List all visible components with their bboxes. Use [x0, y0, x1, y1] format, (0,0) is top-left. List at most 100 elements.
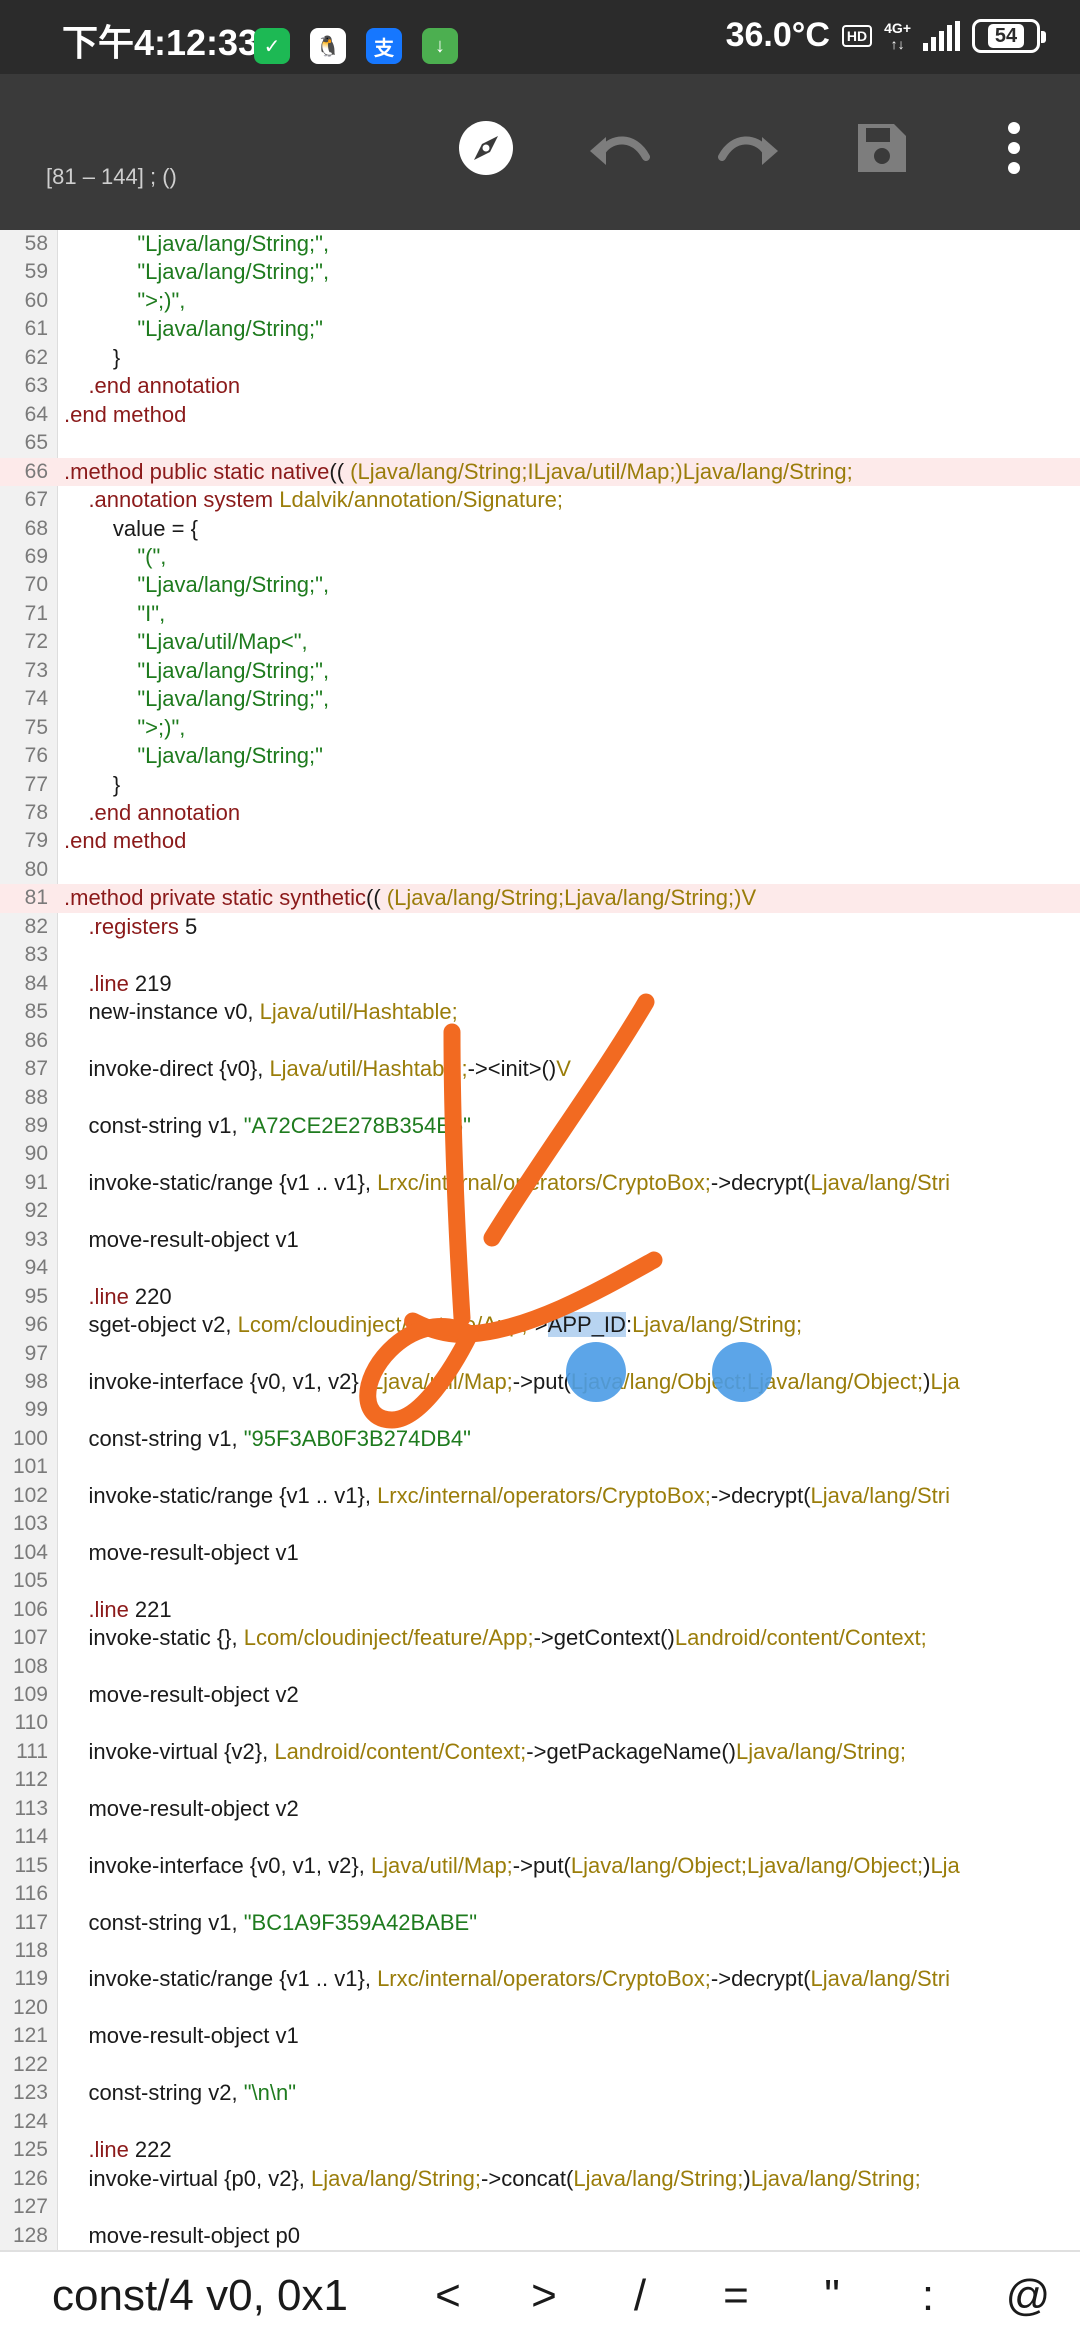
code-line[interactable]: 75 ">;)",: [0, 714, 1080, 742]
code-line[interactable]: 113 move-result-object v2: [0, 1795, 1080, 1823]
symbol-key[interactable]: ": [784, 2271, 880, 2321]
code-line[interactable]: 115 invoke-interface {v0, v1, v2}, Ljava…: [0, 1852, 1080, 1880]
code-line[interactable]: 86: [0, 1027, 1080, 1055]
code-line[interactable]: 107 invoke-static {}, Lcom/cloudinject/f…: [0, 1624, 1080, 1652]
line-number: 100: [12, 1426, 48, 1450]
code-line[interactable]: 100 const-string v1, "95F3AB0F3B274DB4": [0, 1425, 1080, 1453]
line-number: 85: [24, 1000, 48, 1024]
code-line[interactable]: 81 .method private static synthetic(( (Lj…: [0, 884, 1080, 913]
code-line[interactable]: 85 new-instance v0, Ljava/util/Hashtable…: [0, 998, 1080, 1026]
status-indicators: 36.0°C HD 4G+ ↑↓ 54: [726, 16, 1046, 55]
code-line[interactable]: 110: [0, 1709, 1080, 1737]
code-line[interactable]: 59 "Ljava/lang/String;",: [0, 258, 1080, 286]
code-line[interactable]: 84 .line 219: [0, 970, 1080, 998]
code-line[interactable]: 95 .line 220: [0, 1283, 1080, 1311]
code-line[interactable]: 99: [0, 1396, 1080, 1424]
code-line[interactable]: 80: [0, 856, 1080, 884]
line-number: 124: [12, 2109, 48, 2133]
code-line[interactable]: 64 .end method: [0, 401, 1080, 429]
code-line[interactable]: 109 move-result-object v2: [0, 1681, 1080, 1709]
code-line[interactable]: 124: [0, 2108, 1080, 2136]
symbol-key[interactable]: /: [592, 2271, 688, 2321]
code-line[interactable]: 101: [0, 1453, 1080, 1481]
code-text: invoke-virtual {p0, v2}, Ljava/lang/Stri…: [64, 2165, 920, 2193]
code-line[interactable]: 69 "(",: [0, 543, 1080, 571]
code-line[interactable]: 60 ">;)",: [0, 287, 1080, 315]
code-token: .annotation system: [64, 487, 280, 513]
code-line[interactable]: 108: [0, 1653, 1080, 1681]
code-line[interactable]: 74 "Ljava/lang/String;",: [0, 685, 1080, 713]
code-line[interactable]: 61 "Ljava/lang/String;": [0, 315, 1080, 343]
code-line[interactable]: 93 move-result-object v1: [0, 1226, 1080, 1254]
code-token: "A72CE2E278B354E6": [243, 1112, 471, 1138]
line-number: 75: [24, 715, 48, 739]
code-line[interactable]: 106 .line 221: [0, 1596, 1080, 1624]
redo-button[interactable]: [710, 108, 790, 188]
code-line[interactable]: 96 sget-object v2, Lcom/cloudinject/feat…: [0, 1311, 1080, 1339]
code-token: invoke-interface {v0, v1, v2},: [64, 1852, 371, 1878]
snippet-button[interactable]: const/4 v0, 0x1: [0, 2271, 400, 2321]
line-number: 79: [24, 829, 48, 853]
code-line[interactable]: 76 "Ljava/lang/String;": [0, 742, 1080, 770]
code-line[interactable]: 92: [0, 1197, 1080, 1225]
undo-button[interactable]: [578, 108, 658, 188]
code-line[interactable]: 72 "Ljava/util/Map<",: [0, 628, 1080, 656]
code-line[interactable]: 97: [0, 1340, 1080, 1368]
code-line[interactable]: 91 invoke-static/range {v1 .. v1}, Lrxc/…: [0, 1169, 1080, 1197]
symbol-key[interactable]: <: [400, 2271, 496, 2321]
code-line[interactable]: 103: [0, 1510, 1080, 1538]
code-line[interactable]: 126 invoke-virtual {p0, v2}, Ljava/lang/…: [0, 2165, 1080, 2193]
navigate-button[interactable]: [446, 108, 526, 188]
code-line[interactable]: 89 const-string v1, "A72CE2E278B354E6": [0, 1112, 1080, 1140]
code-line[interactable]: 71 "I",: [0, 600, 1080, 628]
code-line[interactable]: 118: [0, 1937, 1080, 1965]
code-line[interactable]: 128 move-result-object p0: [0, 2222, 1080, 2250]
code-line[interactable]: 112: [0, 1766, 1080, 1794]
code-line[interactable]: 119 invoke-static/range {v1 .. v1}, Lrxc…: [0, 1965, 1080, 1993]
symbol-key[interactable]: >: [496, 2271, 592, 2321]
code-line[interactable]: 82 .registers 5: [0, 913, 1080, 941]
code-line[interactable]: 67 .annotation system Ldalvik/annotation…: [0, 486, 1080, 514]
code-line[interactable]: 62 }: [0, 344, 1080, 372]
line-number: 116: [14, 1882, 48, 1906]
code-line[interactable]: 70 "Ljava/lang/String;",: [0, 571, 1080, 599]
code-line[interactable]: 90: [0, 1140, 1080, 1168]
code-line[interactable]: 120: [0, 1994, 1080, 2022]
save-button[interactable]: [842, 108, 922, 188]
code-line[interactable]: 116: [0, 1880, 1080, 1908]
code-line[interactable]: 105: [0, 1567, 1080, 1595]
code-line[interactable]: 68 value = {: [0, 515, 1080, 543]
symbol-key[interactable]: :: [880, 2271, 976, 2321]
code-line[interactable]: 125 .line 222: [0, 2136, 1080, 2164]
code-line[interactable]: 77 }: [0, 771, 1080, 799]
code-line[interactable]: 117 const-string v1, "BC1A9F359A42BABE": [0, 1909, 1080, 1937]
code-text: .registers 5: [64, 913, 197, 941]
code-line[interactable]: 122: [0, 2051, 1080, 2079]
code-line[interactable]: 79 .end method: [0, 827, 1080, 855]
symbol-key[interactable]: @: [976, 2271, 1080, 2321]
code-line[interactable]: 58 "Ljava/lang/String;",: [0, 230, 1080, 258]
symbol-key[interactable]: =: [688, 2271, 784, 2321]
code-line[interactable]: 102 invoke-static/range {v1 .. v1}, Lrxc…: [0, 1482, 1080, 1510]
code-line[interactable]: 111 invoke-virtual {v2}, Landroid/conten…: [0, 1738, 1080, 1766]
code-line[interactable]: 65: [0, 429, 1080, 457]
code-line[interactable]: 78 .end annotation: [0, 799, 1080, 827]
code-line[interactable]: 123 const-string v2, "\n\n": [0, 2079, 1080, 2107]
code-line[interactable]: 121 move-result-object v1: [0, 2022, 1080, 2050]
code-token: const-string v2,: [64, 2080, 244, 2106]
more-options-button[interactable]: [974, 108, 1054, 188]
code-line[interactable]: 94: [0, 1254, 1080, 1282]
code-line[interactable]: 66 .method public static native(( (Ljava/…: [0, 457, 1080, 487]
code-line[interactable]: 114: [0, 1823, 1080, 1851]
code-token: "Ljava/util/Map<",: [64, 629, 308, 655]
code-text: "(",: [64, 543, 166, 571]
code-line[interactable]: 127: [0, 2193, 1080, 2221]
code-editor[interactable]: 58 "Ljava/lang/String;", 59 "Ljava/lang/S…: [0, 230, 1080, 2250]
code-line[interactable]: 87 invoke-direct {v0}, Ljava/util/Hashta…: [0, 1055, 1080, 1083]
code-line[interactable]: 104 move-result-object v1: [0, 1539, 1080, 1567]
code-line[interactable]: 98 invoke-interface {v0, v1, v2}, Ljava/…: [0, 1368, 1080, 1396]
code-line[interactable]: 88: [0, 1084, 1080, 1112]
code-line[interactable]: 73 "Ljava/lang/String;",: [0, 657, 1080, 685]
code-line[interactable]: 83: [0, 941, 1080, 969]
code-line[interactable]: 63 .end annotation: [0, 372, 1080, 400]
